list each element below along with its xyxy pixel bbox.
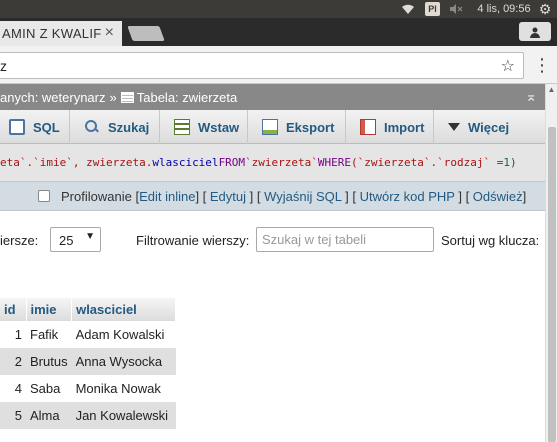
rows-per-page-value: 25 <box>59 233 74 248</box>
cell-wlasciciel: Monika Nowak <box>71 375 176 402</box>
url-input[interactable]: z ☆ <box>0 52 524 79</box>
search-icon <box>84 119 100 135</box>
tab-export[interactable]: Eksport <box>248 110 346 144</box>
bookmark-star-icon[interactable]: ☆ <box>501 56 515 76</box>
browser-tab-strip: AMIN Z KWALIF × <box>0 18 557 46</box>
tab-label: Wstaw <box>198 119 240 135</box>
create-php-code-link[interactable]: Utwórz kod PHP <box>360 189 455 204</box>
query-number: 1 <box>503 156 510 169</box>
collapse-icon[interactable]: ⌅ <box>525 88 537 105</box>
edit-link[interactable]: Edytuj <box>210 189 246 204</box>
filter-rows-label: Filtrowanie wierszy: <box>136 233 250 248</box>
cell-id: 5 <box>0 402 26 429</box>
tab-label: Szukaj <box>108 119 150 135</box>
query-fragment: eta`.`imie`, zwierzeta. <box>0 156 153 169</box>
query-fragment: ) <box>510 156 517 169</box>
tab-search[interactable]: Szukaj <box>70 110 160 144</box>
wifi-icon[interactable] <box>398 0 418 18</box>
import-icon <box>360 119 376 135</box>
breadcrumb-table[interactable]: Tabela: zwierzeta <box>137 90 237 105</box>
volume-muted-icon[interactable] <box>448 0 464 18</box>
table-row[interactable]: 1 Fafik Adam Kowalski <box>0 321 176 348</box>
tab-import[interactable]: Import <box>346 110 434 144</box>
query-fragment: wlasciciel <box>152 156 219 169</box>
results-table: id imie wlasciciel 1 Fafik Adam Kowalski… <box>0 298 177 429</box>
table-row[interactable]: 2 Brutus Anna Wysocka <box>0 348 176 375</box>
tab-insert[interactable]: Wstaw <box>160 110 248 144</box>
sql-query-display[interactable]: eta`.`imie`, zwierzeta. wlasciciel FROM `… <box>0 144 545 181</box>
dropdown-arrow-icon: ▼ <box>85 231 95 242</box>
query-keyword: FROM <box>218 156 246 169</box>
tab-label: Import <box>384 119 425 135</box>
tab-title: AMIN Z KWALIF <box>2 26 102 41</box>
tab-more[interactable]: Więcej <box>434 110 522 144</box>
keyboard-layout-indicator[interactable]: Pl <box>425 2 440 16</box>
tab-label: Więcej <box>468 119 510 135</box>
close-icon[interactable]: × <box>105 24 114 42</box>
query-fragment: (`zwierzeta`.`rodzaj` = <box>351 156 504 169</box>
column-header-id[interactable]: id <box>0 298 27 321</box>
insert-icon <box>174 119 190 135</box>
table-menubar: SQL Szukaj Wstaw Eksport Import Więcej <box>0 110 545 144</box>
cell-id: 2 <box>0 348 26 375</box>
column-header-imie[interactable]: imie <box>26 298 73 321</box>
table-navigation: iersze: 25 ▼ Filtrowanie wierszy: Szukaj… <box>0 225 545 255</box>
scrollbar-thumb[interactable] <box>548 127 556 442</box>
query-keyword: WHERE <box>317 156 352 169</box>
table-icon <box>120 91 134 103</box>
breadcrumb-separator: » <box>109 89 117 105</box>
export-icon <box>262 119 278 135</box>
chevron-down-icon <box>448 123 460 131</box>
breadcrumb: anych: weterynarz » Tabela: zwierzeta ⌅ <box>0 84 545 110</box>
cell-imie: Saba <box>26 375 72 402</box>
sql-icon <box>9 119 25 135</box>
column-header-wlasciciel[interactable]: wlasciciel <box>71 298 177 321</box>
cell-id: 4 <box>0 375 26 402</box>
query-fragment: `zwierzeta` <box>245 156 318 169</box>
rows-label: iersze: <box>0 233 39 248</box>
address-bar: z ☆ ⋮ <box>0 46 557 84</box>
table-row[interactable]: 5 Alma Jan Kowalewski <box>0 402 176 429</box>
sort-by-key-label: Sortuj wg klucza: <box>441 233 540 248</box>
url-text: z <box>0 58 7 74</box>
breadcrumb-database[interactable]: anych: weterynarz <box>0 90 106 105</box>
cell-imie: Alma <box>26 402 72 429</box>
new-tab-button[interactable] <box>127 26 165 41</box>
scroll-up-arrow-icon[interactable]: ▲ <box>546 84 557 96</box>
cell-id: 1 <box>0 321 26 348</box>
profile-icon[interactable] <box>519 22 551 41</box>
browser-tab[interactable]: AMIN Z KWALIF × <box>0 21 122 46</box>
cell-imie: Fafik <box>26 321 72 348</box>
browser-menu-icon[interactable]: ⋮ <box>533 55 551 75</box>
explain-sql-link[interactable]: Wyjaśnij SQL <box>264 189 341 204</box>
filter-rows-input[interactable]: Szukaj w tej tabeli <box>256 227 434 252</box>
query-tools: Profilowanie [Edit inline] [ Edytuj ] [ … <box>61 189 527 204</box>
profiling-label: Profilowanie <box>61 189 132 204</box>
table-row[interactable]: 4 Saba Monika Nowak <box>0 375 176 402</box>
system-top-bar: Pl 4 lis, 09:56 ⚙ <box>0 0 557 18</box>
edit-inline-link[interactable]: Edit inline <box>139 189 195 204</box>
rows-per-page-select[interactable]: 25 ▼ <box>50 227 101 252</box>
tab-label: Eksport <box>286 119 335 135</box>
tab-sql[interactable]: SQL <box>0 110 70 144</box>
cell-wlasciciel: Adam Kowalski <box>71 321 176 348</box>
settings-gear-icon[interactable]: ⚙ <box>536 0 554 18</box>
profiling-checkbox[interactable] <box>38 190 50 202</box>
query-tools-bar: Profilowanie [Edit inline] [ Edytuj ] [ … <box>0 181 545 211</box>
cell-wlasciciel: Jan Kowalewski <box>71 402 176 429</box>
cell-wlasciciel: Anna Wysocka <box>71 348 176 375</box>
tab-label: SQL <box>33 119 60 135</box>
table-header-row: id imie wlasciciel <box>0 298 177 321</box>
page-scrollbar[interactable]: ▲ <box>545 84 557 442</box>
refresh-link[interactable]: Odśwież <box>473 189 523 204</box>
clock[interactable]: 4 lis, 09:56 <box>476 0 532 18</box>
cell-imie: Brutus <box>26 348 72 375</box>
